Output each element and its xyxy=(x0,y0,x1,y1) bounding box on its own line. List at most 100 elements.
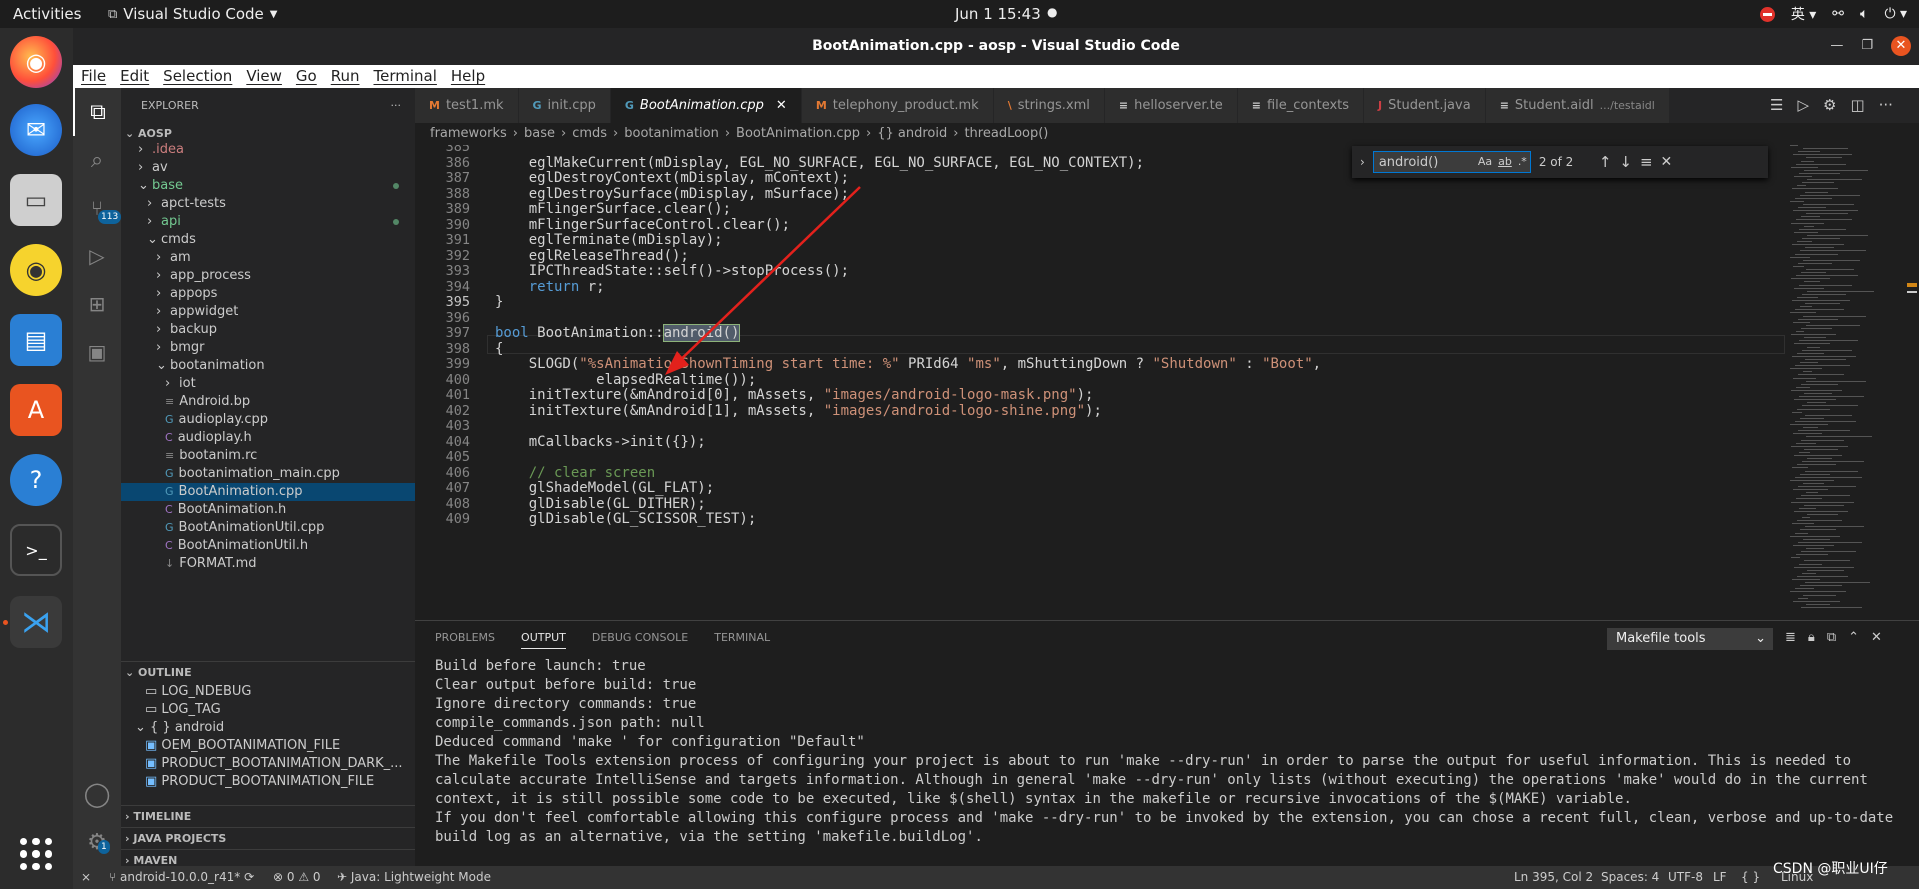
manage-gear-icon[interactable]: ⚙ 1 xyxy=(73,818,121,866)
tree-item[interactable]: ≡ bootanim.rc xyxy=(121,447,415,465)
close-tab-icon[interactable]: ✕ xyxy=(776,88,787,123)
whole-word-button[interactable]: ab xyxy=(1498,155,1512,168)
menu-help[interactable]: Help xyxy=(451,65,485,88)
outline-item[interactable]: ▭ LOG_NDEBUG xyxy=(121,683,415,701)
tree-item[interactable]: › app_process xyxy=(121,267,415,285)
tree-item[interactable]: C BootAnimationUtil.h xyxy=(121,537,415,555)
no-entry-icon[interactable] xyxy=(1759,6,1775,22)
menu-view[interactable]: View xyxy=(246,65,282,88)
menu-selection[interactable]: Selection xyxy=(163,65,232,88)
close-window-button[interactable]: ✕ xyxy=(1891,36,1911,56)
cursor-position[interactable]: Ln 395, Col 2 xyxy=(1514,866,1593,889)
panel-tab-output[interactable]: OUTPUT xyxy=(521,631,566,649)
tree-item[interactable]: Gaudioplay.cpp xyxy=(121,411,415,429)
tree-item[interactable]: G BootAnimation.cpp xyxy=(121,483,415,501)
files-icon[interactable]: ▭ xyxy=(10,174,62,226)
indentation-status[interactable]: Spaces: 4 xyxy=(1601,866,1659,889)
editor-tab[interactable]: Mtest1.mk xyxy=(415,88,519,123)
open-log-icon[interactable]: ⧉ xyxy=(1827,630,1836,645)
section-timeline[interactable]: › TIMELINE xyxy=(121,805,415,827)
thunderbird-icon[interactable]: ✉ xyxy=(10,104,62,156)
tree-item[interactable]: › api xyxy=(121,213,415,231)
libreoffice-writer-icon[interactable]: ▤ xyxy=(10,314,62,366)
editor-tab[interactable]: \ strings.xml xyxy=(993,88,1105,123)
eol-status[interactable]: LF xyxy=(1713,866,1727,889)
menu-file[interactable]: File xyxy=(81,65,106,88)
firefox-icon[interactable]: ◉ xyxy=(10,36,62,88)
more-icon[interactable]: ··· xyxy=(1879,96,1893,114)
problems-status[interactable]: ⊗ 0 ⚠ 0 xyxy=(273,866,321,889)
tree-item[interactable]: › .idea xyxy=(121,141,415,159)
source-control-icon[interactable]: ⑂ 113 xyxy=(73,184,122,232)
tree-item[interactable]: Caudioplay.h xyxy=(121,429,415,447)
tree-item[interactable]: › backup xyxy=(121,321,415,339)
tree-item[interactable]: › av xyxy=(121,159,415,177)
outline-item[interactable]: ⌄ { } android xyxy=(121,719,415,737)
panel-tab-problems[interactable]: PROBLEMS xyxy=(435,631,495,649)
editor-tab[interactable]: G BootAnimation.cpp ✕ xyxy=(610,88,802,123)
tree-item[interactable]: ⌄ bootanimation xyxy=(121,357,415,375)
menu-run[interactable]: Run xyxy=(331,65,360,88)
app-menu[interactable]: ⧉ Visual Studio Code ▼ xyxy=(108,5,278,23)
clear-output-icon[interactable]: ≣ xyxy=(1785,630,1796,645)
tree-item[interactable]: › am xyxy=(121,249,415,267)
breadcrumb-item[interactable]: bootanimation xyxy=(624,123,719,145)
accounts-icon[interactable]: ◯ xyxy=(73,770,121,818)
search-icon[interactable]: ⌕ xyxy=(73,136,121,184)
breadcrumb-item[interactable]: frameworks xyxy=(430,123,507,145)
tree-item[interactable]: › appwidget xyxy=(121,303,415,321)
tree-item[interactable]: ⌄ cmds xyxy=(121,231,415,249)
editor-tab[interactable]: J Student.java xyxy=(1364,88,1486,123)
outline-item[interactable]: ▣ OEM_BOOTANIMATION_FILE xyxy=(121,737,415,755)
java-status[interactable]: ✈ Java: Lightweight Mode xyxy=(337,866,491,889)
breadcrumb-item[interactable]: cmds xyxy=(572,123,607,145)
run-debug-icon[interactable]: ▷ xyxy=(73,232,121,280)
more-actions-icon[interactable]: ··· xyxy=(391,88,402,123)
tree-item[interactable]: C BootAnimation.h xyxy=(121,501,415,519)
toggle-replace-icon[interactable]: › xyxy=(1360,155,1365,169)
panel-tab-debug-console[interactable]: DEBUG CONSOLE xyxy=(592,631,688,649)
explorer-icon[interactable]: ⧉ xyxy=(73,88,121,136)
software-center-icon[interactable]: A xyxy=(10,384,62,436)
menu-go[interactable]: Go xyxy=(296,65,317,88)
next-match-icon[interactable]: ↓ xyxy=(1619,153,1632,171)
network-icon[interactable]: ⚯ xyxy=(1832,6,1844,22)
run-icon[interactable]: ▷ xyxy=(1797,96,1809,114)
remote-indicator[interactable]: ⨯ xyxy=(73,866,99,889)
breadcrumb-item[interactable]: threadLoop() xyxy=(964,123,1048,145)
toc-icon[interactable]: ☰ xyxy=(1770,96,1783,114)
power-icon[interactable]: ⏻ ▾ xyxy=(1884,6,1907,22)
close-find-icon[interactable]: ✕ xyxy=(1661,154,1673,170)
outline-item[interactable]: ▭ LOG_TAG xyxy=(121,701,415,719)
language-status[interactable]: { } xyxy=(1741,866,1760,889)
encoding-status[interactable]: UTF-8 xyxy=(1668,866,1703,889)
tree-item[interactable]: Gbootanimation_main.cpp xyxy=(121,465,415,483)
rhythmbox-icon[interactable]: ◉ xyxy=(10,244,62,296)
terminal-icon[interactable]: >_ xyxy=(10,524,62,576)
close-panel-icon[interactable]: ✕ xyxy=(1871,630,1882,645)
lock-scroll-icon[interactable]: 🔒︎ xyxy=(1808,630,1815,645)
menu-terminal[interactable]: Terminal xyxy=(374,65,437,88)
volume-icon[interactable]: 🔈︎ xyxy=(1860,6,1868,22)
tree-item[interactable]: ↓ FORMAT.md xyxy=(121,555,415,573)
outline-header[interactable]: ⌄ OUTLINE xyxy=(121,661,415,683)
find-in-selection-icon[interactable]: ≡ xyxy=(1640,153,1653,171)
help-icon[interactable]: ? xyxy=(10,454,62,506)
show-applications-icon[interactable] xyxy=(20,838,52,870)
vscode-dock-icon[interactable]: ⋊ xyxy=(10,596,62,648)
menu-edit[interactable]: Edit xyxy=(120,65,149,88)
regex-button[interactable]: .* xyxy=(1518,155,1527,168)
editor-scrollbar[interactable] xyxy=(1905,145,1919,620)
maximize-panel-icon[interactable]: ⌃ xyxy=(1848,630,1859,645)
minimap[interactable] xyxy=(1785,145,1905,620)
branch-status[interactable]: ⑂ android-10.0.0_r41* ⟳ xyxy=(109,866,254,889)
outline-item[interactable]: ▣ PRODUCT_BOOTANIMATION_FILE xyxy=(121,773,415,791)
tree-item[interactable]: › apct-tests xyxy=(121,195,415,213)
output-channel-select[interactable]: Makefile tools ⌄ xyxy=(1607,628,1773,650)
match-case-button[interactable]: Aa xyxy=(1478,155,1492,168)
tree-item[interactable]: › iot xyxy=(121,375,415,393)
editor-tab[interactable]: ≡ Student.aidl .../testaidl xyxy=(1485,88,1670,123)
panel-tab-terminal[interactable]: TERMINAL xyxy=(714,631,770,649)
split-editor-icon[interactable]: ◫ xyxy=(1850,96,1864,114)
tree-item[interactable]: G BootAnimationUtil.cpp xyxy=(121,519,415,537)
